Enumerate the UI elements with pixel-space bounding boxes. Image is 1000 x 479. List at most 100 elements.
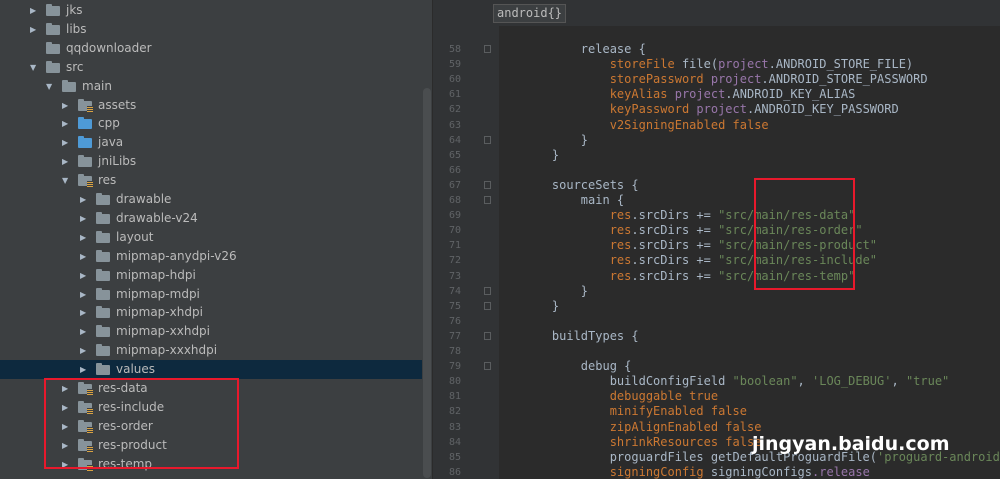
tree-item-src[interactable]: ▼ src	[0, 58, 422, 77]
code-line[interactable]: 71 res.srcDirs += "src/main/res-product"	[433, 238, 1000, 253]
code-line[interactable]: 80 buildConfigField "boolean", 'LOG_DEBU…	[433, 374, 1000, 389]
code-line[interactable]: 63 v2SigningEnabled false	[433, 118, 1000, 133]
tree-item-label: libs	[66, 21, 87, 36]
code-text: sourceSets {	[523, 178, 639, 193]
tree-item-mipmap-anydpi-v26[interactable]: ▶ mipmap-anydpi-v26	[0, 247, 422, 266]
code-token: buildTypes {	[523, 328, 639, 343]
folder-icon	[96, 193, 110, 205]
code-token: res	[523, 208, 632, 223]
code-line[interactable]: 64 }	[433, 133, 1000, 148]
fold-marker-icon[interactable]	[484, 45, 491, 53]
line-number: 79	[448, 361, 461, 373]
code-editor[interactable]: android{} 58 release {59 storeFile file(…	[433, 0, 1000, 479]
line-number: 70	[448, 225, 461, 237]
code-text: v2SigningEnabled false	[523, 118, 769, 133]
chevron-right-icon[interactable]: ▶	[80, 303, 88, 322]
chevron-right-icon[interactable]: ▶	[62, 96, 70, 115]
tree-scrollbar[interactable]	[423, 88, 431, 478]
line-number: 66	[448, 164, 461, 176]
code-line[interactable]: 82 minifyEnabled false	[433, 404, 1000, 419]
code-line[interactable]: 81 debuggable true	[433, 389, 1000, 404]
fold-marker-icon[interactable]	[484, 196, 491, 204]
tree-item-label: drawable	[116, 192, 172, 206]
chevron-right-icon[interactable]: ▶	[80, 322, 88, 341]
chevron-right-icon[interactable]: ▶	[80, 228, 88, 247]
chevron-right-icon[interactable]: ▶	[62, 152, 70, 171]
chevron-right-icon[interactable]: ▶	[62, 133, 70, 152]
tree-item-drawable[interactable]: ▶ drawable	[0, 190, 422, 209]
chevron-right-icon[interactable]: ▶	[30, 20, 38, 39]
tree-item-jniLibs[interactable]: ▶ jniLibs	[0, 152, 422, 171]
tree-item-cpp[interactable]: ▶ cpp	[0, 114, 422, 133]
code-line[interactable]: 79 debug {	[433, 359, 1000, 374]
chevron-right-icon[interactable]: ▶	[80, 190, 88, 209]
code-text: shrinkResources false	[523, 435, 762, 450]
chevron-right-icon[interactable]: ▶	[30, 1, 38, 20]
chevron-right-icon[interactable]: ▶	[62, 114, 70, 133]
tree-item-assets[interactable]: ▶ assets	[0, 96, 422, 115]
code-line[interactable]: 59 storeFile file(project.ANDROID_STORE_…	[433, 57, 1000, 72]
code-line[interactable]: 67 sourceSets {	[433, 178, 1000, 193]
code-token: debuggable	[523, 389, 690, 404]
code-line[interactable]: 77 buildTypes {	[433, 329, 1000, 344]
fold-marker-icon[interactable]	[484, 362, 491, 371]
line-number: 74	[448, 285, 461, 297]
code-token: 'LOG_DEBUG'	[812, 374, 892, 389]
tree-item-label: assets	[98, 97, 137, 112]
tree-item-mipmap-mdpi[interactable]: ▶ mipmap-mdpi	[0, 285, 422, 304]
fold-marker-icon[interactable]	[484, 180, 491, 189]
code-text: buildTypes {	[523, 329, 639, 344]
tree-item-mipmap-xxhdpi[interactable]: ▶ mipmap-xxhdpi	[0, 322, 422, 341]
fold-marker-icon[interactable]	[484, 135, 491, 144]
chevron-down-icon[interactable]: ▼	[30, 58, 38, 77]
code-line[interactable]: 74 }	[433, 284, 1000, 299]
chevron-right-icon[interactable]: ▶	[80, 247, 88, 266]
code-token: false	[710, 404, 747, 419]
tree-item-drawable-v24[interactable]: ▶ drawable-v24	[0, 209, 422, 228]
chevron-right-icon[interactable]: ▶	[80, 360, 88, 379]
folder-icon	[78, 117, 92, 130]
code-line[interactable]: 58 release {	[433, 42, 1000, 57]
chevron-right-icon[interactable]: ▶	[80, 209, 88, 228]
chevron-down-icon[interactable]: ▼	[62, 171, 70, 190]
code-line[interactable]: 76	[433, 314, 1000, 329]
tree-item-mipmap-xxxhdpi[interactable]: ▶ mipmap-xxxhdpi	[0, 341, 422, 360]
code-line[interactable]: 69 res.srcDirs += "src/main/res-data"	[433, 208, 1000, 223]
code-line[interactable]: 70 res.srcDirs += "src/main/res-order"	[433, 223, 1000, 238]
tree-item-label: mipmap-anydpi-v26	[116, 248, 237, 263]
chevron-right-icon[interactable]: ▶	[80, 285, 88, 304]
code-line[interactable]: 62 keyPassword project.ANDROID_KEY_PASSW…	[433, 102, 1000, 117]
tree-item-values[interactable]: ▶ values	[0, 360, 422, 380]
code-text: zipAlignEnabled false	[523, 420, 762, 435]
code-line[interactable]: 72 res.srcDirs += "src/main/res-include"	[433, 253, 1000, 268]
chevron-down-icon[interactable]: ▼	[46, 77, 54, 96]
tree-item-layout[interactable]: ▶ layout	[0, 228, 422, 247]
code-line[interactable]: 78	[433, 344, 1000, 359]
highlight-box-srcdirs	[754, 178, 855, 290]
tree-item-res[interactable]: ▼ res	[0, 171, 422, 190]
code-line[interactable]: 73 res.srcDirs += "src/main/res-temp"	[433, 269, 1000, 284]
tree-item-main[interactable]: ▼ main	[0, 77, 422, 96]
chevron-right-icon[interactable]: ▶	[80, 341, 88, 360]
code-line[interactable]: 66	[433, 163, 1000, 178]
tree-item-mipmap-hdpi[interactable]: ▶ mipmap-hdpi	[0, 266, 422, 285]
line-number: 67	[448, 179, 461, 191]
code-line[interactable]: 75 }	[433, 299, 1000, 314]
tree-item-label: mipmap-xhdpi	[116, 305, 203, 320]
code-line[interactable]: 61 keyAlias project.ANDROID_KEY_ALIAS	[433, 87, 1000, 102]
tree-item-qqdownloader[interactable]: qqdownloader	[0, 39, 422, 58]
code-line[interactable]: 86 signingConfig signingConfigs.release	[433, 465, 1000, 479]
fold-marker-icon[interactable]	[484, 331, 491, 340]
code-line[interactable]: 65 }	[433, 148, 1000, 163]
tree-item-jks[interactable]: ▶ jks	[0, 1, 422, 20]
code-token: project	[696, 102, 747, 117]
fold-marker-icon[interactable]	[484, 301, 491, 310]
chevron-right-icon[interactable]: ▶	[80, 266, 88, 285]
breadcrumb-android[interactable]: android{}	[493, 4, 567, 23]
code-line[interactable]: 60 storePassword project.ANDROID_STORE_P…	[433, 72, 1000, 87]
tree-item-libs[interactable]: ▶ libs	[0, 20, 422, 39]
tree-item-mipmap-xhdpi[interactable]: ▶ mipmap-xhdpi	[0, 303, 422, 322]
tree-item-java[interactable]: ▶ java	[0, 133, 422, 152]
fold-marker-icon[interactable]	[484, 286, 491, 295]
code-line[interactable]: 68 main {	[433, 193, 1000, 208]
